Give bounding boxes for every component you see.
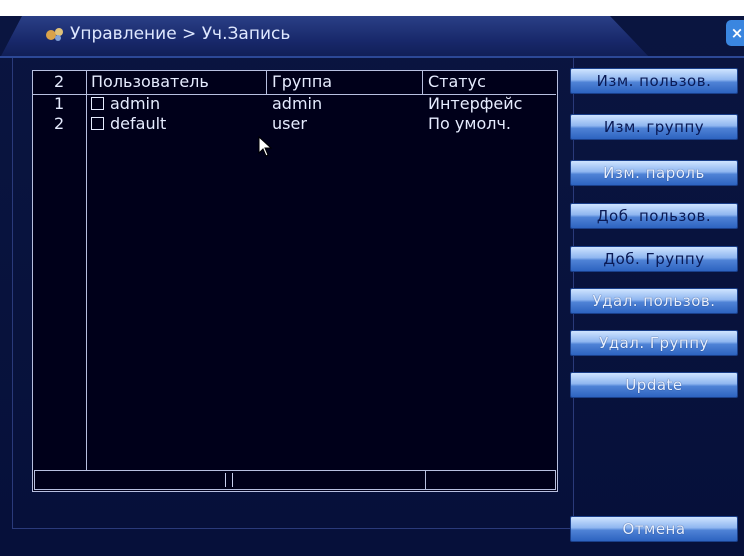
row-checkbox[interactable] <box>91 97 104 110</box>
row-count: 2 <box>54 72 65 91</box>
column-header-status: Статус <box>428 72 486 91</box>
close-icon: × <box>730 24 744 42</box>
horizontal-scrollbar[interactable] <box>34 470 556 490</box>
row-status: Интерфейс <box>428 94 523 113</box>
mouse-cursor-icon <box>258 136 273 157</box>
row-group: admin <box>272 94 323 113</box>
cancel-button[interactable]: Отмена <box>570 516 738 542</box>
close-button[interactable]: × <box>726 20 744 46</box>
delete-group-button[interactable]: Удал. Группу <box>570 330 738 356</box>
scrollbar-thumb[interactable] <box>225 473 233 487</box>
column-header-user: Пользователь <box>91 72 209 91</box>
settings-app-icon <box>46 28 63 41</box>
modify-user-button[interactable]: Изм. пользов. <box>570 68 738 94</box>
delete-user-button[interactable]: Удал. пользов. <box>570 288 738 314</box>
row-index: 1 <box>54 94 65 113</box>
column-header-group: Группа <box>272 72 333 91</box>
add-group-button[interactable]: Доб. Группу <box>570 246 738 272</box>
row-checkbox[interactable] <box>91 117 104 130</box>
column-divider <box>422 70 423 94</box>
scrollbar-divider <box>425 471 426 489</box>
update-button[interactable]: Update <box>570 372 738 398</box>
row-user[interactable]: admin <box>91 94 160 113</box>
modify-password-button[interactable]: Изм. пароль <box>570 160 738 186</box>
row-user[interactable]: default <box>91 114 166 133</box>
user-table <box>32 70 558 492</box>
column-divider <box>266 70 267 94</box>
modify-group-button[interactable]: Изм. группу <box>570 114 738 140</box>
window-title: Управление > Уч.Запись <box>70 24 291 44</box>
row-status: По умолч. <box>428 114 511 133</box>
user-name: default <box>110 114 167 133</box>
row-group: user <box>272 114 307 133</box>
row-index: 2 <box>54 114 65 133</box>
add-user-button[interactable]: Доб. пользов. <box>570 203 738 229</box>
title-bar: Управление > Уч.Запись <box>44 20 290 48</box>
column-divider <box>86 70 87 470</box>
user-name: admin <box>110 94 161 113</box>
